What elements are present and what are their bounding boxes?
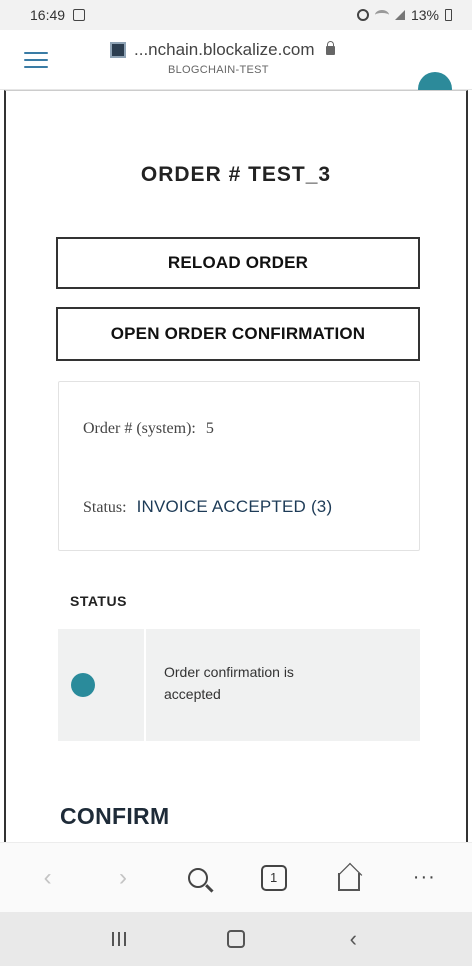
order-number-row: Order # (system): 5 xyxy=(83,420,214,438)
more-icon: ··· xyxy=(412,866,436,888)
status-table-row: Order confirmation is accepted xyxy=(58,629,420,741)
recents-icon xyxy=(111,932,126,946)
tabs-button[interactable]: 1 xyxy=(252,856,296,900)
back-icon: ‹ xyxy=(349,926,357,951)
home-icon xyxy=(226,930,245,948)
site-subtitle: BLOGCHAIN-TEST xyxy=(168,64,269,76)
home-button[interactable] xyxy=(327,856,371,900)
status-row: Status: INVOICE ACCEPTED (3) xyxy=(83,497,332,517)
status-message-line1: Order confirmation is xyxy=(164,664,294,680)
reload-order-button[interactable]: RELOAD ORDER xyxy=(56,237,420,289)
battery-icon xyxy=(445,9,452,21)
forward-icon[interactable]: › xyxy=(101,856,145,900)
alarm-icon xyxy=(356,9,369,21)
system-nav-bar: ‹ xyxy=(0,912,472,966)
tab-count: 1 xyxy=(270,870,278,885)
system-back-button[interactable]: ‹ xyxy=(333,919,373,959)
search-button[interactable] xyxy=(176,856,220,900)
battery-percent: 13% xyxy=(410,7,439,23)
status-bar: 16:49 13% xyxy=(0,0,472,30)
tabs-icon: 1 xyxy=(260,864,287,891)
url-text: ...nchain.blockalize.com xyxy=(134,40,315,59)
order-info-card: Order # (system): 5 Status: INVOICE ACCE… xyxy=(58,381,420,551)
gallery-notification-icon xyxy=(73,9,86,21)
lock-icon xyxy=(326,40,336,55)
wifi-icon xyxy=(374,10,389,20)
status-section-heading: STATUS xyxy=(70,593,127,609)
back-icon[interactable]: ‹ xyxy=(26,856,70,900)
page-title: ORDER # TEST_3 xyxy=(140,163,332,186)
web-content: ORDER # TEST_3 RELOAD ORDER OPEN ORDER C… xyxy=(4,90,468,842)
order-number-value: 5 xyxy=(205,420,214,437)
system-home-button[interactable] xyxy=(216,919,256,959)
status-message-cell: Order confirmation is accepted xyxy=(146,629,420,741)
status-value: INVOICE ACCEPTED (3) xyxy=(136,497,333,516)
home-icon xyxy=(337,872,360,891)
status-left: 16:49 xyxy=(30,7,86,23)
open-order-confirmation-button[interactable]: OPEN ORDER CONFIRMATION xyxy=(56,307,420,361)
status-dot-icon xyxy=(71,673,95,697)
hamburger-menu-icon[interactable] xyxy=(24,52,48,68)
search-icon xyxy=(188,867,209,888)
status-right: 13% xyxy=(356,7,452,23)
recents-button[interactable] xyxy=(99,919,139,959)
site-favicon-icon xyxy=(110,42,126,58)
status-indicator-cell xyxy=(58,629,146,741)
browser-header: ...nchain.blockalize.com BLOGCHAIN-TEST xyxy=(0,30,472,106)
confirm-heading: CONFIRM xyxy=(60,803,170,829)
order-number-label: Order # (system): xyxy=(83,420,196,437)
url-line: ...nchain.blockalize.com xyxy=(110,40,370,60)
address-bar[interactable]: ...nchain.blockalize.com BLOGCHAIN-TEST xyxy=(110,40,370,76)
status-message-line2: accepted xyxy=(164,686,221,702)
signal-icon xyxy=(394,10,405,20)
more-button[interactable]: ··· xyxy=(402,856,446,900)
status-time: 16:49 xyxy=(30,7,66,23)
browser-toolbar: ‹ › 1 ··· xyxy=(0,842,472,912)
status-label: Status: xyxy=(83,499,127,516)
